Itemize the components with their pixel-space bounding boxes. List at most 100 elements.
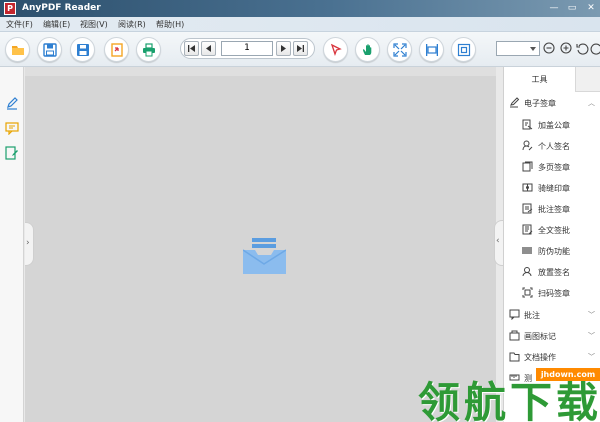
section-drawing-mark[interactable]: 画图标记 ﹀	[504, 327, 600, 345]
chevron-right-icon: ›	[26, 238, 30, 248]
document-top-band	[25, 67, 496, 76]
menu-view[interactable]: 视图(V)	[80, 19, 108, 30]
watermark-site: jhdown.com	[536, 368, 600, 381]
print-icon	[143, 43, 155, 57]
chevron-left-icon: ‹	[496, 236, 500, 246]
save-as-button[interactable]	[70, 37, 95, 62]
minimize-button[interactable]: —	[548, 1, 560, 15]
export-icon	[111, 43, 123, 57]
stamp-icon	[522, 119, 533, 130]
save-icon	[43, 43, 57, 57]
scan-code-icon	[522, 287, 533, 298]
close-button[interactable]: ✕	[585, 1, 597, 15]
next-page-button[interactable]	[276, 41, 291, 56]
tool-label: 加盖公章	[538, 121, 570, 130]
tool-label: 放置签名	[538, 268, 570, 277]
actual-size-icon	[457, 43, 471, 57]
section-annotation[interactable]: 批注 ﹀	[504, 306, 600, 324]
signature-icon	[510, 97, 520, 108]
save-button[interactable]	[37, 37, 62, 62]
rotate-left-icon[interactable]	[576, 42, 589, 55]
tool-label: 多页签章	[538, 163, 570, 172]
zoom-dropdown[interactable]	[496, 41, 540, 56]
fit-page-button[interactable]	[387, 37, 412, 62]
menu-edit[interactable]: 编辑(E)	[43, 19, 70, 30]
section-label: 电子签章	[524, 99, 556, 108]
hand-icon	[363, 44, 372, 55]
app-window: P AnyPDF Reader — ▭ ✕ 文件(F) 编辑(E) 视图(V) …	[0, 0, 600, 422]
actual-size-button[interactable]	[451, 37, 476, 62]
save-as-icon	[77, 44, 89, 56]
rotate-right-icon[interactable]	[590, 42, 600, 55]
chevron-down-icon: ﹀	[588, 353, 595, 361]
tool-label: 骑缝印章	[538, 184, 570, 193]
first-page-icon	[188, 45, 195, 52]
tool-add-official-seal[interactable]: 加盖公章	[504, 116, 600, 134]
comment-icon[interactable]	[5, 121, 19, 135]
person-sign-icon	[522, 140, 533, 151]
tool-label: 批注签章	[538, 205, 570, 214]
tool-label: 全文签批	[538, 226, 570, 235]
last-page-icon	[297, 45, 304, 52]
collapse-left-panel-handle[interactable]: ›	[25, 222, 34, 266]
annotation-stamp-icon	[522, 203, 533, 214]
open-folder-icon	[12, 46, 24, 55]
fit-width-button[interactable]	[419, 37, 444, 62]
tool-scan-code-seal[interactable]: 扫码签章	[504, 284, 600, 302]
chevron-down-icon	[530, 47, 536, 51]
fit-width-icon	[426, 44, 438, 56]
print-button[interactable]	[136, 37, 161, 62]
section-document-operations[interactable]: 文档操作 ﹀	[504, 348, 600, 366]
document-edit-icon[interactable]	[5, 146, 19, 160]
zoom-out-icon[interactable]	[543, 42, 556, 55]
chevron-down-icon: ﹀	[588, 311, 595, 319]
section-label: 批注	[524, 311, 540, 320]
tool-seam-seal[interactable]: 骑缝印章	[504, 179, 600, 197]
select-cursor-icon	[330, 43, 342, 56]
section-label: 文档操作	[524, 353, 556, 362]
menu-help[interactable]: 帮助(H)	[156, 19, 184, 30]
zoom-in-icon[interactable]	[560, 42, 573, 55]
section-e-signature[interactable]: 电子签章 ︿	[504, 94, 600, 112]
hand-tool-button[interactable]	[355, 37, 380, 62]
anti-fake-icon	[522, 247, 532, 254]
menu-file[interactable]: 文件(F)	[6, 19, 33, 30]
restore-button[interactable]: ▭	[566, 1, 578, 15]
tool-full-text-sign[interactable]: 全文签批	[504, 221, 600, 239]
title-bar: P AnyPDF Reader — ▭ ✕	[0, 0, 600, 17]
tool-label: 防伪功能	[538, 247, 570, 256]
tool-personal-signature[interactable]: 个人签名	[504, 137, 600, 155]
menu-read[interactable]: 阅读(R)	[118, 19, 146, 30]
left-tool-strip	[0, 67, 24, 422]
tool-multi-page-seal[interactable]: 多页签章	[504, 158, 600, 176]
collapse-right-panel-handle[interactable]: ‹	[494, 220, 503, 266]
last-page-button[interactable]	[293, 41, 308, 56]
chevron-down-icon: ﹀	[588, 332, 595, 340]
tool-anti-fake[interactable]: 防伪功能	[504, 242, 600, 260]
page-navigation: 1	[180, 38, 315, 59]
first-page-button[interactable]	[184, 41, 199, 56]
tool-label: 扫码签章	[538, 289, 570, 298]
export-button[interactable]	[104, 37, 129, 62]
app-logo: P	[4, 2, 16, 15]
select-tool-button[interactable]	[323, 37, 348, 62]
open-button[interactable]	[5, 37, 30, 62]
tool-place-signature[interactable]: 放置签名	[504, 263, 600, 281]
page-number-input[interactable]: 1	[221, 41, 273, 56]
full-text-sign-icon	[522, 224, 533, 235]
comment-icon	[509, 309, 520, 320]
prev-page-button[interactable]	[201, 41, 216, 56]
chevron-up-icon: ︿	[588, 99, 595, 107]
panel-tabbar: 工具	[504, 67, 600, 92]
folder-icon	[509, 352, 520, 362]
prev-page-icon	[206, 45, 211, 52]
place-sign-icon	[522, 267, 532, 277]
tool-label: 个人签名	[538, 142, 570, 151]
tab-tools[interactable]: 工具	[504, 67, 576, 92]
tool-annotation-seal[interactable]: 批注签章	[504, 200, 600, 218]
pen-sign-icon[interactable]	[5, 96, 19, 110]
drawing-icon	[509, 330, 520, 341]
app-title: AnyPDF Reader	[22, 3, 101, 13]
menu-bar: 文件(F) 编辑(E) 视图(V) 阅读(R) 帮助(H)	[0, 17, 600, 32]
empty-tray-icon	[243, 238, 286, 274]
